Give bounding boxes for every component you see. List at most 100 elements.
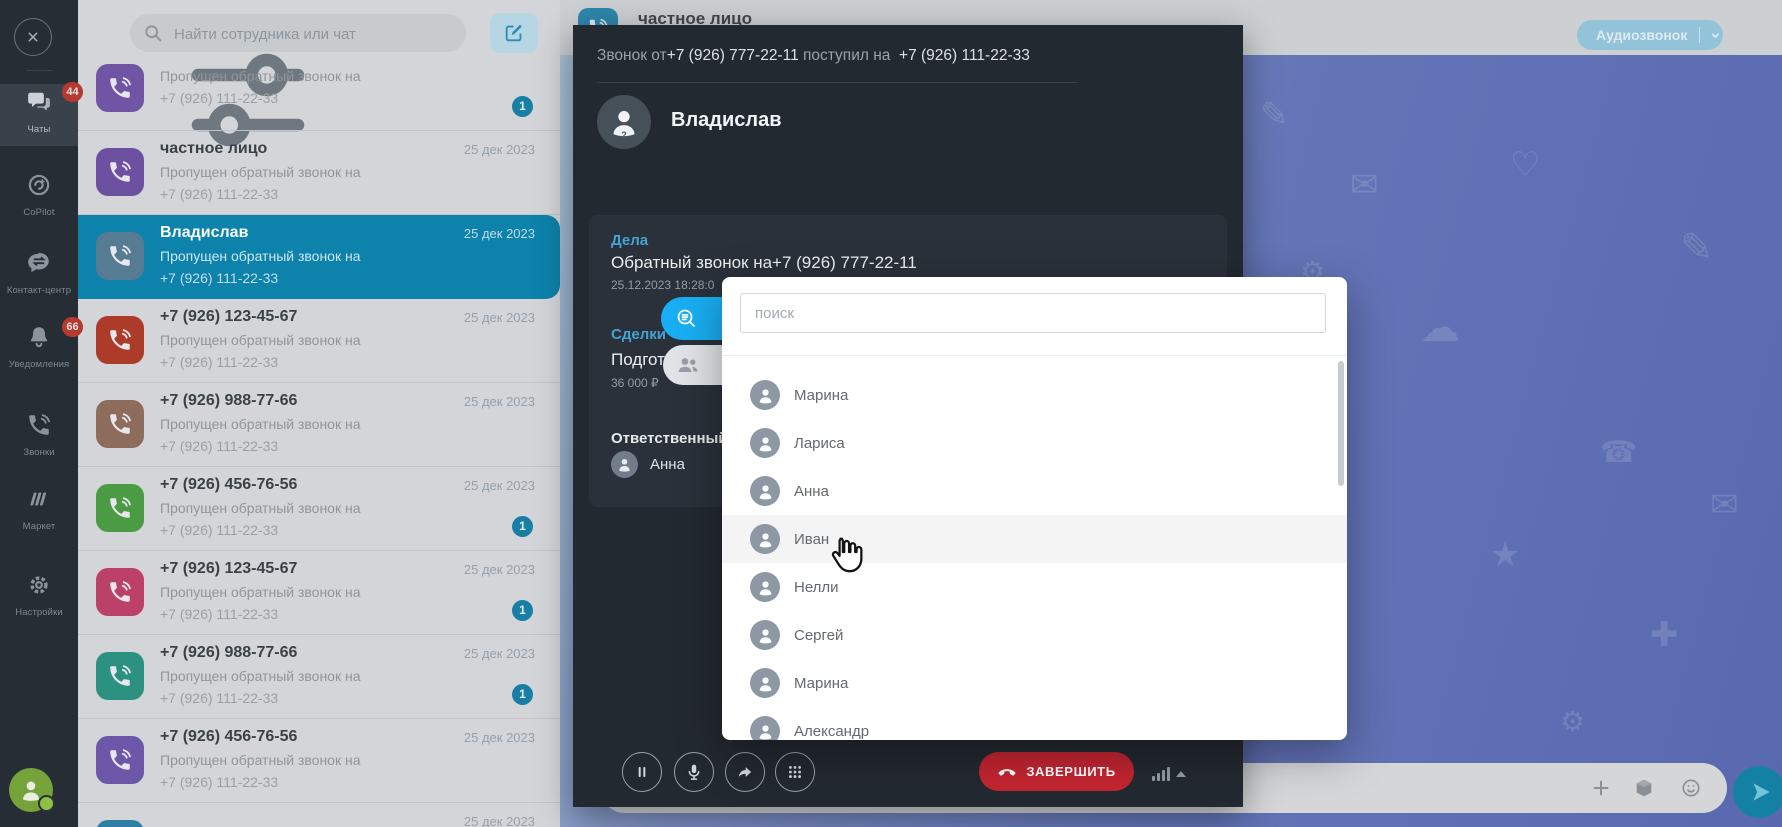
chat-search-input[interactable] bbox=[172, 14, 456, 54]
chat-list-item[interactable]: +7 (926) 123-45-67 Пропущен обратный зво… bbox=[78, 299, 560, 383]
chat-list-item[interactable]: +7 (926) 988-77-66 Пропущен обратный зво… bbox=[78, 635, 560, 719]
dialpad-button[interactable] bbox=[775, 752, 815, 792]
user-list-item[interactable]: Александр bbox=[722, 707, 1347, 740]
chevron-down-icon[interactable] bbox=[1708, 28, 1723, 43]
person-icon bbox=[756, 434, 775, 453]
filter-button[interactable] bbox=[98, 25, 122, 49]
call-title-middle: поступил на bbox=[803, 47, 890, 64]
dropdown-scrollbar[interactable] bbox=[1338, 361, 1344, 486]
person-icon bbox=[756, 482, 775, 501]
call-avatar-icon bbox=[96, 736, 144, 784]
chat-last-message: Пропущен обратный звонок на bbox=[160, 416, 361, 432]
crm-activity-title[interactable]: Обратный звонок на+7 (926) 777-22-11 bbox=[611, 253, 917, 273]
send-message-button[interactable] bbox=[1733, 766, 1782, 818]
callee-number: +7 (926) 111-22-33 bbox=[899, 47, 1030, 64]
chat-search bbox=[130, 14, 466, 52]
responsible-name: Анна bbox=[650, 456, 685, 473]
user-list-item-hovered[interactable]: Иван bbox=[722, 515, 1347, 563]
chat-list-item-selected[interactable]: Владислав Пропущен обратный звонок на +7… bbox=[78, 215, 560, 299]
mute-microphone-button[interactable] bbox=[674, 752, 714, 792]
chat-list-item[interactable]: +7 (926) 456-76-56 Пропущен обратный зво… bbox=[78, 719, 560, 803]
chat-list-item[interactable]: +7 (926) 123-45-67 Пропущен обратный зво… bbox=[78, 551, 560, 635]
doodle-icon: ✉ bbox=[1710, 485, 1739, 525]
close-button[interactable] bbox=[14, 18, 52, 56]
unread-badge: 1 bbox=[512, 600, 533, 621]
chat-title: Владислав bbox=[160, 224, 445, 242]
crm-deals-label: Сделки bbox=[611, 326, 666, 343]
user-name: Марина bbox=[794, 675, 848, 692]
sidebar-item-contact-center[interactable]: Контакт-центр bbox=[0, 250, 78, 296]
transfer-call-button[interactable] bbox=[725, 752, 765, 792]
call-title-prefix: Звонок от bbox=[597, 47, 667, 64]
phone-down-icon bbox=[997, 762, 1017, 782]
chat-last-message: Пропущен обратный звонок на bbox=[160, 332, 361, 348]
chat-title: +7 (926) 988-77-66 bbox=[160, 644, 445, 662]
sidebar-item-chats[interactable]: 44 Чаты bbox=[0, 89, 78, 135]
chat-date: 25 дек 2023 bbox=[464, 142, 535, 157]
crm-activities-label: Дела bbox=[611, 232, 648, 249]
sidebar-item-market[interactable]: Маркет bbox=[0, 486, 78, 532]
unread-badge: 1 bbox=[512, 684, 533, 705]
user-list-item[interactable]: Нелли bbox=[722, 563, 1347, 611]
unknown-contact-mark: ? bbox=[621, 130, 627, 140]
user-list-item[interactable]: Сергей bbox=[722, 611, 1347, 659]
user-list-item[interactable]: Анна bbox=[722, 467, 1347, 515]
chat-last-message: Пропущен обратный звонок на bbox=[160, 668, 361, 684]
end-call-button[interactable]: ЗАВЕРШИТЬ bbox=[979, 752, 1134, 791]
chat-date: 25 дек 2023 bbox=[464, 730, 535, 745]
search-icon bbox=[143, 23, 163, 43]
sidebar-item-settings[interactable]: Настройки bbox=[0, 572, 78, 618]
user-name: Анна bbox=[794, 483, 829, 500]
hold-call-button[interactable] bbox=[622, 752, 662, 792]
user-list-item[interactable]: Лариса bbox=[722, 419, 1347, 467]
chat-list-item[interactable]: Пропущен обратный звонок на +7 (926) 111… bbox=[78, 58, 560, 131]
sidebar-item-label: Чаты bbox=[0, 124, 78, 135]
chat-last-message-number: +7 (926) 111-22-33 bbox=[160, 90, 278, 106]
sticker-cube-icon[interactable] bbox=[1633, 777, 1655, 799]
emoji-smiley-icon[interactable] bbox=[1680, 777, 1702, 799]
chat-date: 25 дек 2023 bbox=[464, 310, 535, 325]
call-avatar-icon bbox=[96, 232, 144, 280]
user-search-input[interactable] bbox=[740, 293, 1326, 333]
user-avatar bbox=[750, 476, 780, 506]
sidebar-item-copilot[interactable]: CoPilot bbox=[0, 172, 78, 218]
person-icon bbox=[756, 578, 775, 597]
connection-quality-indicator[interactable] bbox=[1152, 763, 1186, 781]
user-list-item[interactable]: Марина bbox=[722, 659, 1347, 707]
attach-plus-icon[interactable] bbox=[1590, 777, 1612, 799]
chat-list-item[interactable]: +7 (926) 456-76-56 Пропущен обратный зво… bbox=[78, 467, 560, 551]
caller-avatar: ? bbox=[597, 95, 651, 149]
call-avatar-icon bbox=[96, 148, 144, 196]
sidebar-item-label: Настройки bbox=[0, 607, 78, 618]
chat-list-item[interactable]: 25 дек 2023 bbox=[78, 803, 560, 827]
user-avatar bbox=[750, 380, 780, 410]
sidebar-item-calls[interactable]: Звонки bbox=[0, 412, 78, 458]
audio-call-button[interactable]: Аудиозвонок bbox=[1577, 20, 1723, 50]
people-icon bbox=[676, 353, 700, 377]
chat-list-item[interactable]: +7 (926) 988-77-66 Пропущен обратный зво… bbox=[78, 383, 560, 467]
chat-rows-scroll-area[interactable]: Пропущен обратный звонок на +7 (926) 111… bbox=[78, 58, 560, 827]
sidebar-item-label: CoPilot bbox=[0, 207, 78, 218]
end-call-label: ЗАВЕРШИТЬ bbox=[1026, 764, 1115, 779]
person-icon bbox=[756, 674, 775, 693]
left-nav-sidebar: 44 Чаты CoPilot Контакт-центр 66 Уведомл… bbox=[0, 0, 78, 827]
chat-last-message: Пропущен обратный звонок на bbox=[160, 68, 361, 84]
bitrix-messenger-screen: 44 Чаты CoPilot Контакт-центр 66 Уведомл… bbox=[0, 0, 1782, 827]
chat-title: +7 (926) 123-45-67 bbox=[160, 560, 445, 578]
new-message-button[interactable] bbox=[490, 13, 538, 53]
user-avatar bbox=[750, 428, 780, 458]
market-icon bbox=[26, 486, 52, 512]
person-icon bbox=[756, 626, 775, 645]
unread-badge: 1 bbox=[512, 96, 533, 117]
sidebar-item-notifications[interactable]: 66 Уведомления bbox=[0, 324, 78, 370]
user-avatar[interactable] bbox=[9, 768, 53, 812]
close-icon bbox=[24, 28, 42, 46]
sidebar-item-label: Маркет bbox=[0, 521, 78, 532]
responsible-user-row[interactable]: Анна bbox=[611, 451, 685, 478]
chat-last-message-number: +7 (926) 111-22-33 bbox=[160, 270, 278, 286]
chat-list-item[interactable]: частное лицо Пропущен обратный звонок на… bbox=[78, 131, 560, 215]
bell-icon bbox=[26, 324, 52, 350]
chat-date: 25 дек 2023 bbox=[464, 478, 535, 493]
user-list-item[interactable]: Марина bbox=[722, 371, 1347, 419]
header-search-button[interactable] bbox=[1750, 24, 1772, 46]
